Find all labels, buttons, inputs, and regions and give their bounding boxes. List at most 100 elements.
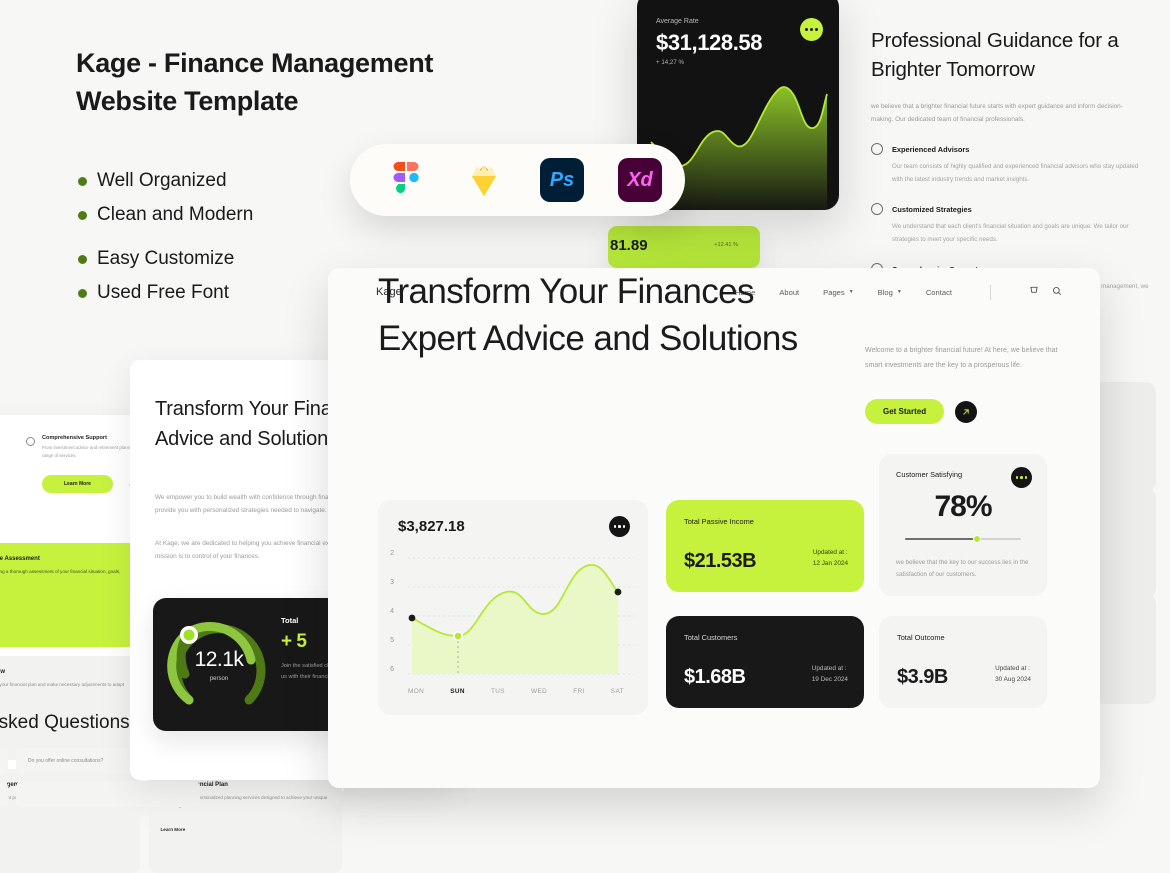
figma-icon: [384, 158, 428, 202]
service-body: We regularly review your financial plan …: [0, 682, 125, 687]
card-value: $21.53B: [684, 550, 757, 572]
feature-label: Easy Customize: [97, 248, 235, 269]
background-block: [1094, 382, 1156, 492]
guidance-item-title: Experienced Advisors: [892, 144, 970, 154]
page-title: Kage - Finance Management Website Templa…: [76, 48, 434, 117]
service-title: Ongoing Review: [0, 669, 6, 675]
nav-label: Blog: [877, 287, 893, 297]
xd-label: Xd: [618, 158, 662, 202]
chevron-down-icon: ▼: [896, 289, 902, 295]
cart-icon[interactable]: [1029, 283, 1039, 301]
bullet-icon: [78, 288, 87, 298]
balance-chart-card: $3,827.18 2 3 4 5 6 MON SUN TUS WED FRI …: [378, 500, 648, 715]
updated-value: 12 Jan 2024: [812, 560, 848, 568]
card-title: Total Passive Income: [684, 517, 754, 526]
chevron-down-icon: ▼: [848, 289, 854, 295]
guidance-item-title: Customized Strategies: [892, 204, 972, 214]
service-card[interactable]: Comprehensive Assessment We start by con…: [0, 543, 140, 647]
guidance-heading: Professional Guidance for a Brighter Tom…: [871, 29, 1119, 82]
card-title: Customer Satisfying: [896, 470, 963, 479]
gauge-value: 12.1k: [194, 648, 244, 671]
list-item: Clean and Modern: [78, 204, 378, 226]
hero-heading: Transform Your Finances Expert Advice an…: [378, 272, 798, 359]
gauge-chart: 12.1k person: [167, 612, 271, 716]
divider: [990, 284, 991, 300]
balance-area-chart: [408, 557, 634, 675]
card-value: $3.9B: [897, 666, 948, 688]
average-rate-value: $31,128.58: [656, 30, 763, 55]
get-started-button[interactable]: Get Started: [865, 399, 945, 425]
faq-item[interactable]: ▾: [0, 781, 200, 807]
updated-value: 30 Aug 2024: [995, 676, 1031, 684]
card-title: Total Outcome: [897, 633, 945, 642]
feature-label: Well Organized: [97, 170, 227, 191]
nav-item-blog[interactable]: Blog ▼: [878, 288, 902, 297]
service-card[interactable]: Ongoing Review We regularly review your …: [0, 656, 140, 760]
guidance-item-experienced-advisors[interactable]: Experienced Advisors Our team consists o…: [871, 143, 1170, 186]
green-rate-value: 81.89: [610, 237, 648, 254]
service-title: Comprehensive Assessment: [0, 556, 40, 562]
x-tick-label: SAT: [610, 688, 624, 695]
green-rate-card: 81.89 +12.41 %: [608, 226, 760, 268]
nav-item-contact[interactable]: Contact: [926, 288, 952, 297]
guidance-paragraph: we believe that a brighter financial fut…: [871, 103, 1123, 124]
design-tools-bar: Ps Xd: [350, 144, 685, 216]
average-rate-label: Average Rate: [656, 18, 699, 25]
slider-knob[interactable]: [972, 535, 981, 543]
background-block: [1094, 594, 1156, 704]
service-link[interactable]: Learn More: [161, 827, 331, 832]
slider-fill: [905, 538, 977, 540]
guidance-item-customized-strategies[interactable]: Customized Strategies We understand that…: [871, 203, 1170, 246]
faq-heading: Asked Questions: [0, 712, 130, 733]
bullet-icon: [78, 210, 87, 220]
faq-question[interactable]: [16, 781, 200, 807]
x-tick-label: MON: [408, 688, 425, 695]
card-title: Total Customers: [684, 633, 738, 642]
hero-side-panel: Welcome to a brighter financial future! …: [865, 344, 1060, 425]
satisfaction-value: 78%: [934, 490, 992, 523]
arrow-up-right-icon[interactable]: [955, 400, 978, 423]
radio-icon[interactable]: [871, 143, 883, 156]
service-link[interactable]: Learn More: [0, 601, 128, 606]
updated-label: Updated at :: [995, 665, 1030, 673]
radio-icon[interactable]: [871, 203, 883, 216]
presentation-stage: Kage - Finance Management Website Templa…: [0, 0, 1170, 873]
feature-label: Used Free Font: [97, 282, 229, 303]
satisfaction-slider[interactable]: [905, 535, 1021, 543]
x-tick-label: TUS: [490, 688, 505, 695]
learn-more-button[interactable]: Learn More: [42, 475, 113, 494]
updated-label: Updated at :: [811, 665, 847, 673]
satisfaction-paragraph: we believe that the key to our success l…: [896, 559, 1029, 579]
total-outcome-card: Total Outcome $3.9B Updated at : 30 Aug …: [879, 616, 1047, 708]
card-value: $1.68B: [684, 666, 746, 688]
average-rate-delta: + 14,27 %: [656, 59, 685, 66]
search-icon[interactable]: [1052, 283, 1062, 301]
more-options-button[interactable]: [800, 18, 823, 41]
list-item: Easy Customize: [78, 248, 378, 270]
list-item: Well Organized: [78, 170, 378, 192]
bullet-icon: [78, 254, 87, 264]
feature-label: Clean and Modern: [97, 204, 254, 225]
chevron-down-icon[interactable]: ▾: [0, 748, 8, 774]
service-body: We start by conducting a thorough assess…: [0, 569, 121, 574]
card-updated: Updated at : 12 Jan 2024: [813, 548, 848, 570]
balance-value: $3,827.18: [398, 518, 465, 535]
hero-side-paragraph: Welcome to a brighter financial future! …: [865, 347, 1058, 369]
photoshop-label: Ps: [540, 158, 584, 202]
more-options-button[interactable]: [1011, 467, 1032, 488]
x-axis-labels: MON SUN TUS WED FRI SAT: [390, 688, 636, 695]
passive-income-card: Total Passive Income $21.53B Updated at …: [666, 500, 864, 592]
guidance-item-body: We understand that each client's financi…: [892, 223, 1129, 243]
card-updated: Updated at : 19 Dec 2024: [812, 664, 848, 686]
gauge-unit: person: [209, 676, 229, 682]
service-link[interactable]: Learn More: [0, 827, 128, 832]
updated-value: 19 Dec 2024: [811, 676, 848, 684]
chevron-down-icon[interactable]: ▾: [0, 781, 8, 807]
x-tick-label: WED: [531, 688, 548, 695]
guidance-panel: Professional Guidance for a Brighter Tom…: [871, 26, 1170, 306]
nav-label: Contact: [925, 287, 952, 297]
more-options-button[interactable]: [609, 516, 630, 537]
customer-satisfying-card: Customer Satisfying 78% we believe that …: [879, 454, 1047, 596]
main-website-screen: Kage Home About Pages ▼ Blog ▼ Contact T…: [328, 268, 1100, 788]
updated-label: Updated at :: [812, 549, 848, 557]
